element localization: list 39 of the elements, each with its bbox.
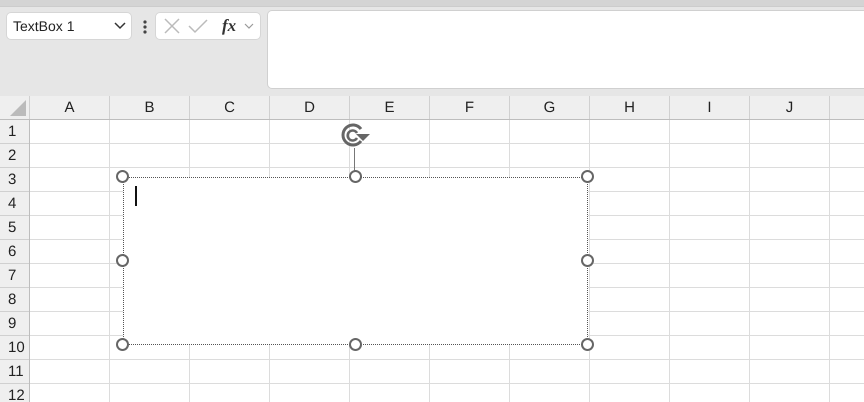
row-header[interactable]: 6	[0, 240, 29, 264]
resize-handle[interactable]	[116, 338, 129, 351]
text-cursor	[135, 186, 136, 206]
column-header[interactable]: H	[590, 96, 670, 119]
resize-handle[interactable]	[116, 170, 129, 183]
column-header[interactable]: J	[750, 96, 830, 119]
triangle-icon	[10, 100, 26, 116]
insert-function-button[interactable]: fx	[222, 16, 236, 36]
check-icon[interactable]	[188, 18, 208, 34]
row-header[interactable]: 9	[0, 312, 29, 336]
row-header[interactable]: 4	[0, 192, 29, 216]
chevron-icon	[113, 21, 127, 31]
column-header[interactable]: E	[350, 96, 430, 119]
row-header[interactable]: 12	[0, 384, 29, 402]
column-header[interactable]: G	[510, 96, 590, 119]
column-header[interactable]: F	[430, 96, 510, 119]
row-header[interactable]: 7	[0, 264, 29, 288]
resize-handle[interactable]	[116, 254, 129, 267]
resize-handle[interactable]	[581, 170, 594, 183]
row-header[interactable]: 5	[0, 216, 29, 240]
row-header[interactable]: 3	[0, 168, 29, 192]
column-header[interactable]: C	[190, 96, 270, 119]
row-header[interactable]: 11	[0, 360, 29, 384]
chevron-icon[interactable]	[244, 22, 254, 30]
name-box[interactable]: TextBox 1	[6, 12, 132, 40]
row-header[interactable]: 2	[0, 144, 29, 168]
row-header[interactable]: 1	[0, 120, 29, 144]
row-header[interactable]: 10	[0, 336, 29, 360]
row-header[interactable]: 8	[0, 288, 29, 312]
resize-handle[interactable]	[581, 338, 594, 351]
column-header[interactable]: I	[670, 96, 750, 119]
column-header[interactable]: B	[110, 96, 190, 119]
resize-handle[interactable]	[581, 254, 594, 267]
column-header[interactable]: A	[30, 96, 110, 119]
resize-handle[interactable]	[348, 170, 362, 183]
rotate-icon[interactable]	[339, 121, 371, 149]
more-icon[interactable]	[143, 20, 147, 34]
column-header[interactable]: D	[270, 96, 350, 119]
formula-input[interactable]	[267, 10, 864, 89]
